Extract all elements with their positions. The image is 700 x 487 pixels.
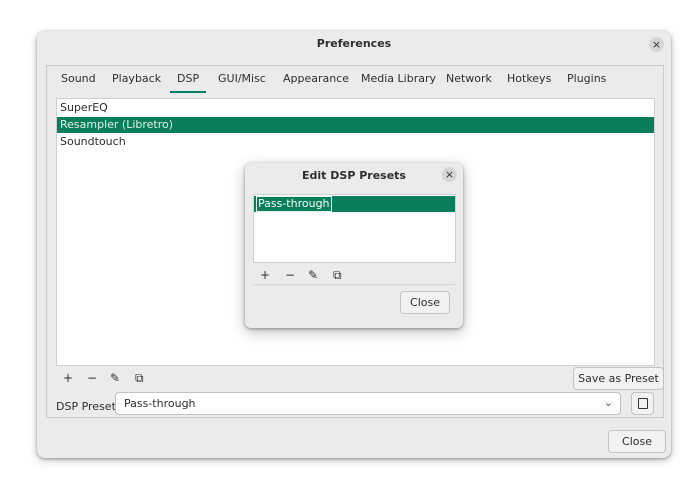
dsp-preset-label: DSP Preset: — [56, 400, 120, 413]
configure-icon[interactable]: ✎ — [110, 371, 120, 385]
copy-icon[interactable]: ⧉ — [333, 268, 342, 282]
remove-icon[interactable]: − — [87, 371, 97, 385]
preset-list[interactable]: Pass-through — [253, 194, 456, 263]
save-as-preset-button[interactable]: Save as Preset — [573, 367, 664, 390]
tab-appearance[interactable]: Appearance — [283, 72, 349, 85]
tab-gui-misc[interactable]: GUI/Misc — [218, 72, 266, 85]
dialog-close-button[interactable]: Close — [400, 291, 450, 314]
list-item[interactable]: SuperEQ — [57, 100, 654, 116]
edit-dsp-presets-dialog: Edit DSP Presets × Pass-through + − ✎ ⧉ … — [245, 163, 463, 328]
tab-sound[interactable]: Sound — [61, 72, 96, 85]
configure-icon[interactable]: ✎ — [308, 268, 318, 282]
divider — [253, 284, 455, 285]
list-item[interactable]: Soundtouch — [57, 134, 654, 150]
copy-icon[interactable]: ⧉ — [135, 371, 144, 385]
edit-document-icon — [638, 398, 648, 409]
dsp-preset-value: Pass-through — [124, 397, 196, 410]
tab-network[interactable]: Network — [446, 72, 492, 85]
tab-media-library[interactable]: Media Library — [361, 72, 436, 85]
tab-playback[interactable]: Playback — [112, 72, 161, 85]
chevron-down-icon: ⌄ — [603, 396, 613, 409]
close-button[interactable]: Close — [608, 430, 666, 453]
add-icon[interactable]: + — [260, 268, 270, 282]
window-close-icon[interactable]: × — [649, 37, 664, 52]
dialog-close-icon[interactable]: × — [442, 167, 457, 182]
tab-dsp[interactable]: DSP — [169, 72, 207, 93]
dialog-title: Edit DSP Presets — [302, 169, 406, 182]
add-icon[interactable]: + — [63, 371, 73, 385]
tab-hotkeys[interactable]: Hotkeys — [507, 72, 551, 85]
remove-icon[interactable]: − — [285, 268, 295, 282]
window-title: Preferences — [316, 37, 392, 50]
tab-bar: Sound Playback DSP GUI/Misc Appearance M… — [47, 66, 663, 93]
titlebar[interactable]: Preferences × — [37, 31, 671, 57]
dsp-preset-dropdown[interactable]: Pass-through ⌄ — [115, 392, 621, 415]
preset-name-edit[interactable]: Pass-through — [256, 196, 332, 212]
list-item[interactable]: Resampler (Libretro) — [57, 117, 654, 133]
tab-plugins[interactable]: Plugins — [567, 72, 606, 85]
edit-presets-button[interactable] — [631, 392, 654, 415]
list-item[interactable]: Pass-through — [254, 196, 455, 212]
